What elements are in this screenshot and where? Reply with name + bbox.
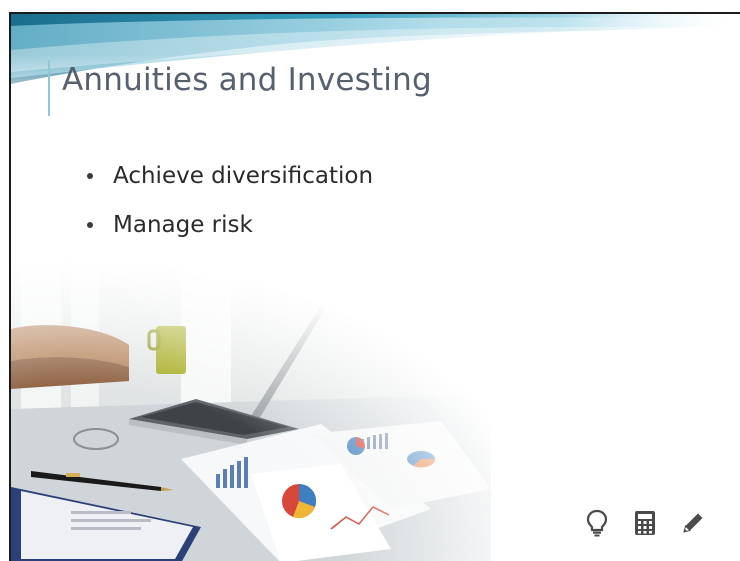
bullet-list: Achieve diversification Manage risk bbox=[87, 158, 373, 256]
bullet-dot bbox=[87, 222, 93, 228]
toolbar-icons bbox=[584, 509, 706, 537]
bullet-text: Manage risk bbox=[113, 212, 253, 238]
bullet-text: Achieve diversification bbox=[113, 163, 374, 189]
lightbulb-icon[interactable] bbox=[584, 509, 610, 537]
slide-title: Annuities and Investing bbox=[62, 62, 432, 98]
office-desk-photo bbox=[11, 259, 491, 561]
bullet-item: Achieve diversification bbox=[87, 158, 373, 207]
pencil-icon[interactable] bbox=[680, 509, 706, 537]
bullet-dot bbox=[87, 173, 93, 179]
bullet-item: Manage risk bbox=[87, 207, 373, 256]
slide: Annuities and Investing Achieve diversif… bbox=[9, 12, 740, 561]
title-accent-rule bbox=[48, 60, 50, 116]
calculator-icon[interactable] bbox=[632, 509, 658, 537]
